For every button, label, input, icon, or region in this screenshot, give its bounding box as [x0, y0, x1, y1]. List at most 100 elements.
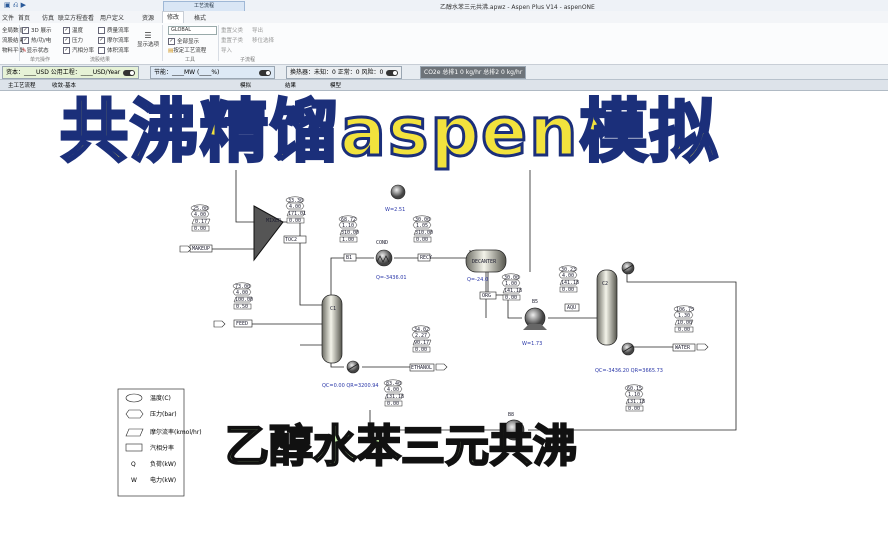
exchanger-status[interactable]: 换热器：未知：0 正常：0 风险：0	[286, 66, 403, 79]
table-mixout: 33.30 4.00 171.01 0.00	[285, 196, 306, 224]
tab-modify[interactable]: 修改	[162, 11, 185, 23]
checkbox-heat[interactable]: ✓ 热/功/电	[22, 36, 51, 44]
display-options-button[interactable]: ☰ 显示选项	[137, 31, 159, 48]
mixer-block[interactable]: MIXER	[253, 205, 284, 262]
condenser-block[interactable]: COND	[375, 240, 393, 267]
show-all-button[interactable]: ✓ 全部显示	[168, 37, 199, 45]
svg-text:COND: COND	[376, 240, 388, 246]
svg-text:1.30: 1.30	[678, 313, 690, 319]
pump-b5[interactable]: B5	[523, 299, 547, 330]
svg-text:0.50: 0.50	[236, 304, 248, 310]
product-arrow-icon	[435, 363, 448, 371]
tab-home[interactable]: 首页	[18, 13, 30, 22]
stream-toc2[interactable]: TOC2	[283, 235, 307, 244]
ribbon-item[interactable]: 移位选择	[252, 36, 274, 44]
group-label: 子流程	[240, 57, 256, 63]
legend-label: 摩尔流率(kmol/hr)	[150, 428, 202, 436]
checkbox-vapor[interactable]: ✓ 汽相分率	[63, 46, 94, 54]
stream-feed[interactable]: FEED	[233, 319, 253, 328]
checkbox-pressure[interactable]: ✓ 压力	[63, 36, 83, 44]
svg-text:TOC2: TOC2	[285, 237, 297, 243]
toggle-switch[interactable]	[386, 69, 399, 76]
checkbox-volume[interactable]: 体积流率	[98, 46, 129, 54]
checkbox-3d[interactable]: ✓ 3D 展示	[22, 26, 51, 34]
stream-water[interactable]: WATER	[672, 343, 696, 352]
stream-ethanol[interactable]: ETHANOL	[409, 363, 435, 372]
co2-status[interactable]: CO2e 总排1 0 kg/hr 总排2 0 kg/hr	[420, 66, 527, 79]
svg-text:0.00: 0.00	[416, 237, 428, 243]
tab-file[interactable]: 文件	[2, 13, 14, 22]
column-c2[interactable]: C2	[596, 269, 618, 346]
stream-org[interactable]: ORG	[479, 291, 497, 300]
svg-text:MIXER: MIXER	[266, 218, 282, 224]
subtitle-banner: 乙醇水苯三元共沸	[224, 420, 578, 473]
legend-label: 负荷(kW)	[150, 460, 176, 468]
capital-cost[interactable]: 资本：____USD 公用工程：____USD/Year	[2, 66, 140, 79]
table-vap1: 68.72 1.10 310.00 1.00	[338, 215, 359, 243]
tab-main-flowsheet[interactable]: 主工艺流程	[8, 81, 36, 89]
checkbox-mole[interactable]: ✓ 摩尔流率	[98, 36, 129, 44]
legend-label: 温度(C)	[150, 394, 171, 402]
stream-b1[interactable]: B1	[343, 253, 357, 262]
svg-text:ETHANOL: ETHANOL	[411, 365, 432, 371]
tab-format[interactable]: 格式	[194, 13, 206, 22]
reboiler-c2-icon[interactable]	[621, 342, 635, 356]
global-combo[interactable]: GLOBAL	[168, 26, 217, 35]
duty-decanter: Q=-24.0	[467, 277, 488, 283]
tab-eo[interactable]: 联立方程	[58, 13, 82, 22]
ribbon-item[interactable]: 导入	[221, 46, 232, 54]
ribbon-item[interactable]: 物料平衡	[2, 46, 24, 54]
feed-arrow-icon	[213, 320, 226, 328]
table-aq2: 30.23 4.00 141.18 0.00	[558, 265, 579, 293]
flowsheet-button[interactable]: ▤按定工艺流程	[168, 46, 206, 54]
svg-text:4.00: 4.00	[562, 273, 574, 279]
divider	[19, 25, 20, 61]
ribbon-item[interactable]: 重置父类	[221, 26, 243, 34]
duty-c1: QC=0.00 QR=3200.94	[322, 383, 379, 389]
svg-text:0.17: 0.17	[195, 219, 207, 225]
energy-saving[interactable]: 节能：____MW (____%)	[150, 66, 276, 79]
ribbon-item[interactable]: 流股结果	[2, 36, 24, 44]
tab-resources[interactable]: 资源	[142, 13, 154, 22]
stream-makeup[interactable]: MAKEUP	[189, 244, 213, 253]
title-banner: 共沸精馏aspen模拟	[59, 92, 720, 174]
svg-text:RECY: RECY	[420, 255, 432, 261]
svg-text:1.10: 1.10	[628, 392, 640, 398]
hexagon-icon	[125, 409, 144, 419]
tab-simulation[interactable]: 仿真	[42, 13, 54, 22]
svg-text:0.00: 0.00	[194, 226, 206, 232]
product-arrow-icon	[696, 343, 709, 351]
svg-text:310.00: 310.00	[415, 230, 433, 236]
rect-icon	[125, 443, 143, 452]
svg-text:141.18: 141.18	[504, 288, 522, 294]
ribbon-item[interactable]: 导出	[252, 26, 263, 34]
svg-text:AQU: AQU	[567, 305, 576, 311]
checkbox-temp[interactable]: ✓ 温度	[63, 26, 83, 34]
condenser-c2-icon[interactable]	[621, 261, 635, 275]
svg-text:100.00: 100.00	[235, 297, 253, 303]
svg-text:4.00: 4.00	[387, 387, 399, 393]
ribbon-item[interactable]: 重置子类	[221, 36, 243, 44]
svg-text:C2: C2	[602, 281, 608, 287]
oval-icon	[125, 393, 143, 403]
toggle-switch[interactable]	[259, 69, 272, 76]
svg-text:4.00: 4.00	[289, 204, 301, 210]
status-button[interactable]: ✎显示状态	[22, 46, 49, 54]
toggle-switch[interactable]	[123, 69, 136, 76]
tab-customize[interactable]: 用户定义	[100, 13, 124, 22]
options-icon: ☰	[144, 31, 152, 40]
checkbox-mass[interactable]: 质量流率	[98, 26, 129, 34]
quick-access-icon[interactable]: ▣ ⎌ ▶	[4, 1, 26, 10]
stream-recy[interactable]: RECY	[417, 253, 432, 262]
divider	[162, 25, 163, 61]
svg-text:1.00: 1.00	[505, 281, 517, 287]
duty-pump0: W=2.51	[385, 207, 405, 213]
tab-view[interactable]: 查看	[82, 13, 94, 22]
pump-top[interactable]	[390, 184, 406, 200]
reboiler-icon[interactable]	[346, 360, 360, 374]
decanter-block[interactable]: DECANTER	[465, 249, 507, 273]
column-c1[interactable]: C1	[321, 294, 343, 364]
table-bot1: 83.40 4.00 131.18 0.00	[383, 379, 404, 407]
stream-aqu[interactable]: AQU	[564, 303, 580, 312]
ribbon-item[interactable]: 全局数据	[2, 26, 24, 34]
